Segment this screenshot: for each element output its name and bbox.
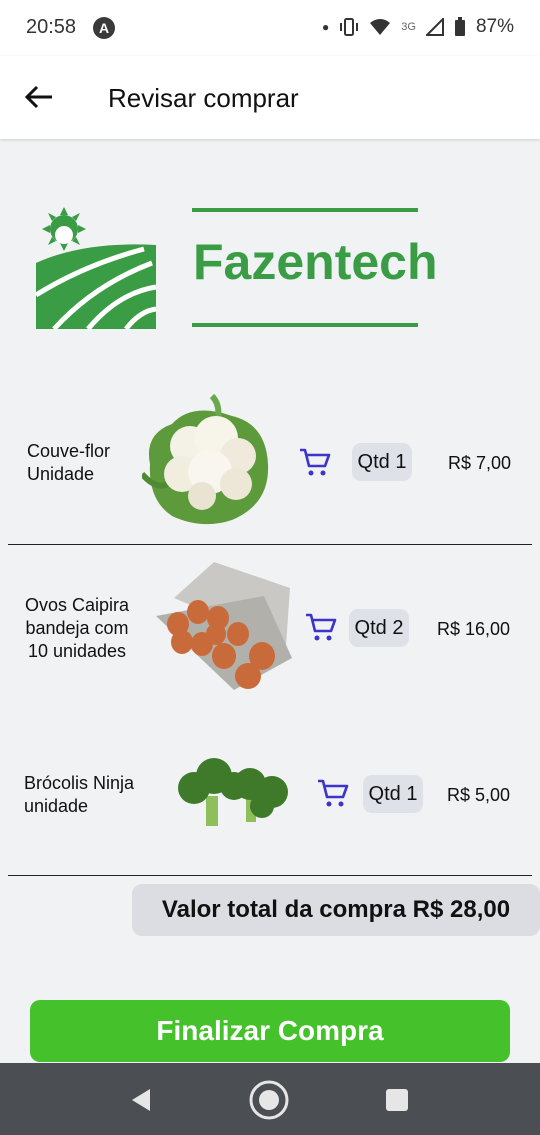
status-bar: 20:58 A ● 3G 87%	[0, 0, 540, 56]
total-value: Valor total da compra R$ 28,00	[132, 884, 540, 936]
product-name: Ovos Caipira bandeja com 10 unidades	[18, 594, 136, 663]
price: R$ 5,00	[447, 785, 511, 805]
nav-recents-icon[interactable]	[385, 1088, 409, 1112]
product-name-line: 10 unidades	[27, 641, 127, 661]
status-time: 20:58	[26, 16, 77, 38]
product-name: Couve-flor Unidade	[27, 440, 110, 486]
app-notification-icon: A	[93, 17, 115, 39]
page-title: Revisar comprar	[108, 83, 299, 113]
quantity-badge: Qtd 1	[363, 775, 423, 813]
network-type: 3G	[401, 21, 416, 33]
battery-level: 87%	[475, 16, 514, 37]
wifi-icon	[370, 19, 391, 35]
nav-back-icon[interactable]	[128, 1087, 154, 1113]
brand-line-bottom	[192, 323, 418, 327]
cart-icon[interactable]	[305, 612, 337, 642]
price: R$ 16,00	[437, 619, 511, 639]
list-item: Ovos Caipira bandeja com 10 unidades egg…	[0, 556, 540, 706]
nav-home-icon[interactable]	[248, 1079, 290, 1121]
cart-icon[interactable]	[299, 447, 331, 477]
product-name: Brócolis Ninja unidade	[24, 772, 134, 818]
signal-icon	[425, 18, 444, 36]
broccoli-image	[178, 758, 288, 826]
cart-icon[interactable]	[317, 778, 349, 808]
status-icons: ● 3G 87%	[322, 16, 514, 38]
battery-icon	[454, 17, 465, 36]
divider	[8, 544, 532, 545]
cauliflower-image	[142, 394, 269, 525]
list-item: Couve-flor Unidade Qtd 1 R$ 7,00	[0, 390, 540, 540]
vibrate-icon	[340, 18, 359, 36]
product-name-line: bandeja com	[25, 618, 129, 638]
product-name-line: Ovos Caipira	[24, 595, 130, 615]
price: R$ 7,00	[448, 453, 512, 473]
product-name-line: Brócolis Ninja	[24, 773, 135, 793]
arrow-left-icon[interactable]	[22, 80, 56, 114]
product-name-line: Unidade	[27, 464, 95, 484]
divider	[8, 875, 532, 876]
farm-logo-icon	[34, 207, 157, 331]
product-name-line: unidade	[24, 796, 89, 816]
dot-icon: ●	[322, 20, 330, 34]
brand-name: Fazentech	[193, 234, 438, 290]
system-nav-bar	[0, 1063, 540, 1135]
product-name-line: Couve-flor	[27, 441, 111, 461]
list-item: Brócolis Ninja unidade Qtd 1 R$ 5,00	[0, 744, 540, 854]
quantity-badge: Qtd 2	[349, 609, 409, 647]
brand-line-top	[192, 208, 418, 212]
quantity-badge: Qtd 1	[352, 443, 412, 481]
finalize-purchase-button[interactable]: Finalizar Compra	[30, 1000, 510, 1062]
app-bar: Revisar comprar	[0, 56, 540, 139]
